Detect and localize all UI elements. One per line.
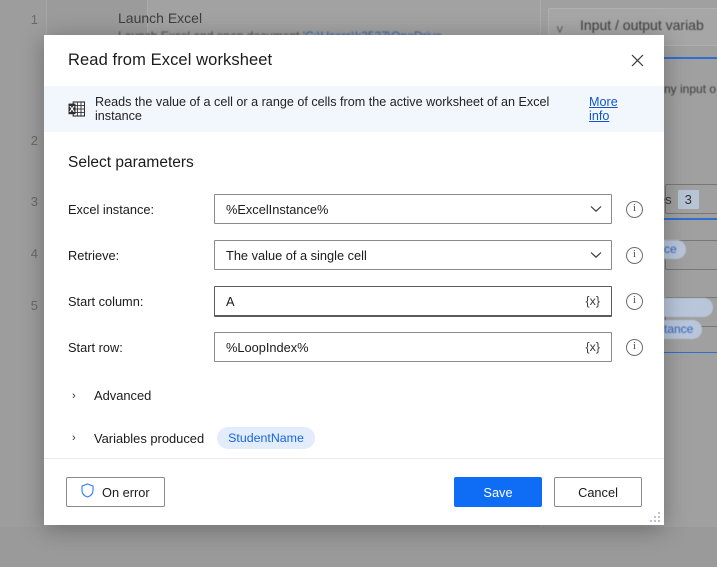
excel-worksheet-icon: X (68, 101, 86, 117)
excel-instance-value: %ExcelInstance% (226, 201, 329, 217)
flow-row-number: 4 (30, 246, 38, 261)
flow-row-number: 3 (30, 194, 38, 209)
pane-accent-underline (663, 57, 717, 59)
chevron-right-icon: › (72, 432, 76, 444)
variable-picker-icon[interactable]: {x} (582, 340, 611, 354)
retrieve-dropdown[interactable]: The value of a single cell (214, 240, 612, 270)
on-error-label: On error (102, 484, 150, 500)
variables-pane-subtext: ny input o (664, 82, 717, 96)
field-label-start-row: Start row: (68, 339, 123, 355)
advanced-label: Advanced (94, 388, 152, 403)
field-row-retrieve: Retrieve: The value of a single cell i (68, 240, 643, 270)
excel-instance-dropdown[interactable]: %ExcelInstance% (214, 194, 612, 224)
field-row-start-column: Start column: A {x} i (68, 286, 643, 316)
field-label-excel-instance: Excel instance: (68, 201, 155, 217)
on-error-button[interactable]: On error (66, 477, 165, 507)
close-icon[interactable] (614, 41, 660, 81)
pane-divider (655, 352, 717, 353)
start-column-input[interactable]: A {x} (214, 286, 612, 316)
resize-grip-icon[interactable] (648, 510, 660, 522)
dialog-info-bar: X Reads the value of a cell or a range o… (44, 86, 664, 132)
variables-count-badge: 3 (677, 190, 699, 209)
svg-text:X: X (69, 104, 75, 114)
flow-row-number: 2 (30, 133, 38, 148)
save-button[interactable]: Save (454, 477, 542, 507)
chevron-down-icon[interactable] (581, 205, 611, 213)
chevron-right-icon: › (72, 389, 76, 402)
info-icon[interactable]: i (626, 200, 643, 218)
variables-pane-title: Input / output variab (580, 17, 704, 33)
field-label-start-column: Start column: (68, 293, 144, 309)
dialog-footer: On error Save Cancel (44, 458, 664, 525)
produced-variable-pill[interactable]: StudentName (217, 427, 315, 449)
field-row-start-row: Start row: %LoopIndex% {x} i (68, 332, 643, 362)
section-title-select-parameters: Select parameters (68, 154, 194, 171)
dialog-info-text: Reads the value of a cell or a range of … (95, 95, 550, 123)
footer-actions: Save Cancel (454, 477, 642, 507)
more-info-link[interactable]: More info (589, 95, 640, 123)
info-icon[interactable]: i (626, 246, 643, 264)
flow-action-title: Launch Excel (118, 10, 203, 26)
flow-line-number-gutter (0, 0, 47, 527)
variables-produced-label: Variables produced (94, 430, 205, 446)
retrieve-value: The value of a single cell (226, 247, 367, 263)
info-icon[interactable]: i (626, 338, 643, 356)
shield-icon (81, 483, 94, 501)
dialog-header: Read from Excel worksheet (44, 35, 664, 86)
variables-accent-underline (655, 218, 717, 220)
dialog-body: Select parameters Excel instance: %Excel… (44, 132, 664, 458)
field-row-excel-instance: Excel instance: %ExcelInstance% i (68, 194, 643, 224)
dialog-title: Read from Excel worksheet (68, 51, 273, 69)
variable-picker-icon[interactable]: {x} (582, 294, 611, 308)
read-from-excel-worksheet-dialog: Read from Excel worksheet X Reads the va… (44, 35, 664, 525)
flow-row-number: 5 (30, 298, 38, 313)
flow-row-number: 1 (30, 12, 38, 27)
start-column-value[interactable]: A (215, 294, 582, 309)
field-label-retrieve: Retrieve: (68, 247, 120, 263)
advanced-section-toggle[interactable]: › Advanced (68, 388, 151, 403)
chevron-down-icon[interactable] (581, 251, 611, 259)
start-row-value[interactable]: %LoopIndex% (215, 340, 582, 355)
info-icon[interactable]: i (626, 292, 643, 310)
start-row-input[interactable]: %LoopIndex% {x} (214, 332, 612, 362)
variables-produced-toggle[interactable]: › Variables produced StudentName (68, 427, 315, 449)
cancel-button[interactable]: Cancel (554, 477, 642, 507)
